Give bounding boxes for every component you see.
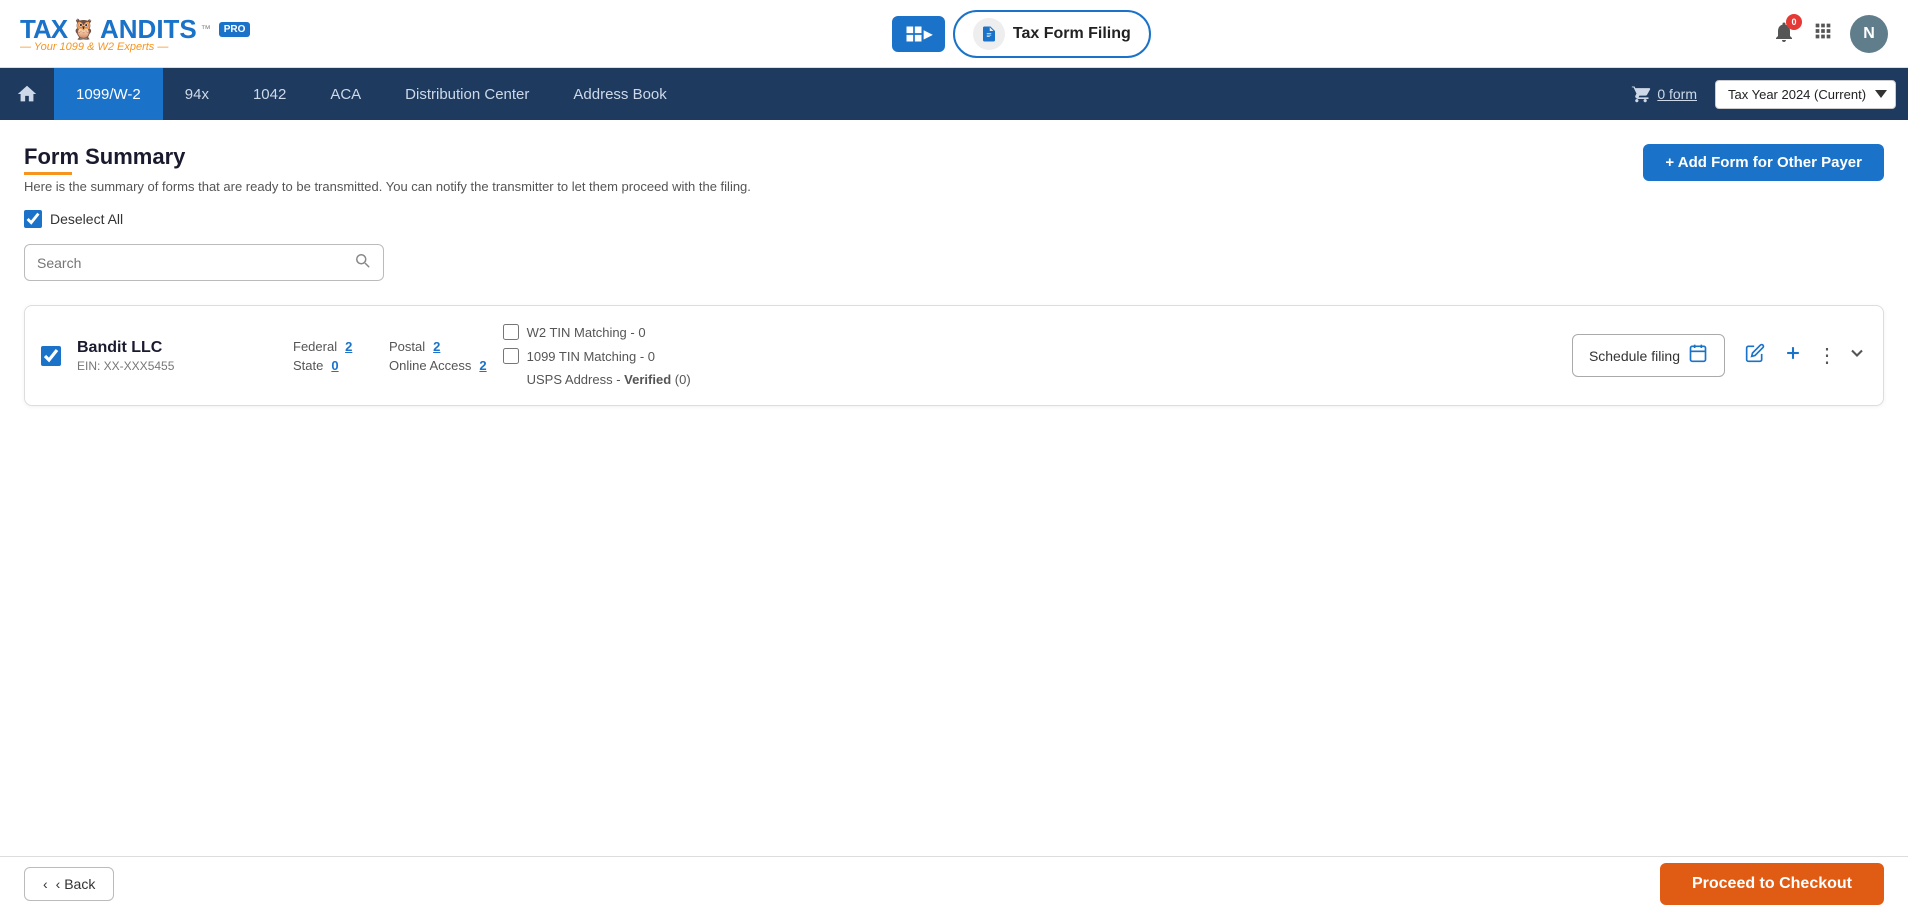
usps-row: USPS Address - Verified (0) [527, 372, 1556, 387]
online-access-count-row: Online Access 2 [389, 358, 487, 373]
payer-ein: EIN: XX-XXX5455 [77, 359, 277, 373]
usps-verified: Verified [624, 372, 671, 387]
state-count[interactable]: 0 [331, 358, 338, 373]
nav-item-94x[interactable]: 94x [163, 68, 231, 120]
tin1099-checkbox[interactable] [503, 348, 519, 364]
add-icon[interactable] [1779, 339, 1807, 372]
form-summary-title-area: Form Summary Here is the summary of form… [24, 144, 751, 194]
tax-form-filing-button[interactable]: Tax Form Filing [953, 10, 1151, 58]
back-arrow-icon: ‹ [43, 876, 48, 892]
tax-year-select[interactable]: Tax Year 2024 (Current) Tax Year 2023 Ta… [1715, 80, 1896, 109]
checkout-label: Proceed to Checkout [1692, 875, 1852, 892]
nav-item-distribution[interactable]: Distribution Center [383, 68, 551, 120]
deselect-all-label: Deselect All [50, 211, 123, 227]
notification-bell[interactable]: 0 [1772, 20, 1796, 47]
tax-filing-icon [973, 18, 1005, 50]
logo-owl-icon: 🦉 [71, 17, 96, 42]
calendar-icon [1688, 343, 1708, 368]
edit-icon[interactable] [1741, 339, 1769, 372]
nav-item-1042[interactable]: 1042 [231, 68, 308, 120]
nav-item-addressbook[interactable]: Address Book [551, 68, 688, 120]
header-center: ▶ Tax Form Filing [270, 10, 1772, 58]
federal-count[interactable]: 2 [345, 339, 352, 354]
pro-badge: PRO [219, 22, 251, 37]
main-content: Form Summary Here is the summary of form… [0, 120, 1908, 910]
payer-info: Bandit LLC EIN: XX-XXX5455 [77, 339, 277, 373]
nav-home-icon[interactable] [0, 68, 54, 120]
online-access-count[interactable]: 2 [479, 358, 486, 373]
avatar[interactable]: N [1850, 15, 1888, 53]
payer-counts: Federal 2 State 0 [293, 339, 373, 373]
tin1099-label: 1099 TIN Matching - 0 [527, 349, 655, 364]
w2-tin-checkbox[interactable] [503, 324, 519, 340]
notification-count: 0 [1786, 14, 1802, 30]
deselect-row: Deselect All [24, 210, 1884, 228]
more-options-icon[interactable]: ⋮ [1817, 343, 1837, 368]
tax-form-filing-label: Tax Form Filing [1013, 25, 1131, 43]
usps-label: USPS Address - [527, 372, 621, 387]
search-input[interactable] [37, 255, 353, 271]
logo-area: TAX 🦉 ANDITS ™ PRO — Your 1099 & W2 Expe… [20, 14, 250, 53]
footer: ‹ ‹ Back Proceed to Checkout [0, 856, 1908, 910]
add-form-label: + Add Form for Other Payer [1665, 154, 1862, 171]
state-label: State [293, 358, 323, 373]
postal-label: Postal [389, 339, 425, 354]
deselect-all-checkbox[interactable] [24, 210, 42, 228]
payer-checkbox[interactable] [41, 346, 61, 366]
add-form-button[interactable]: + Add Form for Other Payer [1643, 144, 1884, 181]
nav-item-1099w2[interactable]: 1099/W-2 [54, 68, 163, 120]
grid-icon[interactable] [1812, 20, 1834, 48]
logo-tm: ™ [201, 24, 211, 35]
schedule-filing-button[interactable]: Schedule filing [1572, 334, 1725, 377]
state-count-row: State 0 [293, 358, 373, 373]
postal-count-row: Postal 2 [389, 339, 487, 354]
online-access-label: Online Access [389, 358, 471, 373]
payer-name: Bandit LLC [77, 339, 277, 357]
federal-label: Federal [293, 339, 337, 354]
page-description: Here is the summary of forms that are re… [24, 179, 751, 194]
nav-item-aca[interactable]: ACA [308, 68, 383, 120]
header: TAX 🦉 ANDITS ™ PRO — Your 1099 & W2 Expe… [0, 0, 1908, 68]
checkout-button[interactable]: Proceed to Checkout [1660, 863, 1884, 905]
form-summary-header: Form Summary Here is the summary of form… [24, 144, 1884, 194]
page-title: Form Summary [24, 144, 751, 170]
back-button[interactable]: ‹ ‹ Back [24, 867, 114, 901]
w2-tin-row: W2 TIN Matching - 0 [503, 324, 1556, 340]
federal-count-row: Federal 2 [293, 339, 373, 354]
cart-label: 0 form [1657, 86, 1697, 102]
postal-count[interactable]: 2 [433, 339, 440, 354]
cart-button[interactable]: 0 form [1621, 80, 1707, 108]
arrow-right-icon: ▶ [924, 27, 933, 41]
usps-count: (0) [675, 372, 691, 387]
payer-counts-right: Postal 2 Online Access 2 [389, 339, 487, 373]
w2-tin-label: W2 TIN Matching - 0 [527, 325, 646, 340]
search-wrap [24, 244, 384, 281]
tin1099-row: 1099 TIN Matching - 0 [503, 348, 1556, 364]
payer-row: Bandit LLC EIN: XX-XXX5455 Federal 2 Sta… [24, 305, 1884, 406]
header-right: 0 N [1772, 15, 1888, 53]
payer-tin-section: W2 TIN Matching - 0 1099 TIN Matching - … [503, 324, 1556, 387]
title-underline [24, 172, 72, 175]
navbar: 1099/W-2 94x 1042 ACA Distribution Cente… [0, 68, 1908, 120]
logo-subtitle: — Your 1099 & W2 Experts — [20, 41, 168, 53]
schedule-filing-label: Schedule filing [1589, 348, 1680, 364]
back-label: ‹ Back [56, 876, 96, 892]
payer-actions: ⋮ [1741, 339, 1867, 372]
chevron-down-icon[interactable] [1847, 343, 1867, 369]
header-icon-button[interactable]: ▶ [892, 16, 945, 52]
search-icon [353, 251, 371, 274]
navbar-right: 0 form Tax Year 2024 (Current) Tax Year … [1621, 80, 1908, 109]
